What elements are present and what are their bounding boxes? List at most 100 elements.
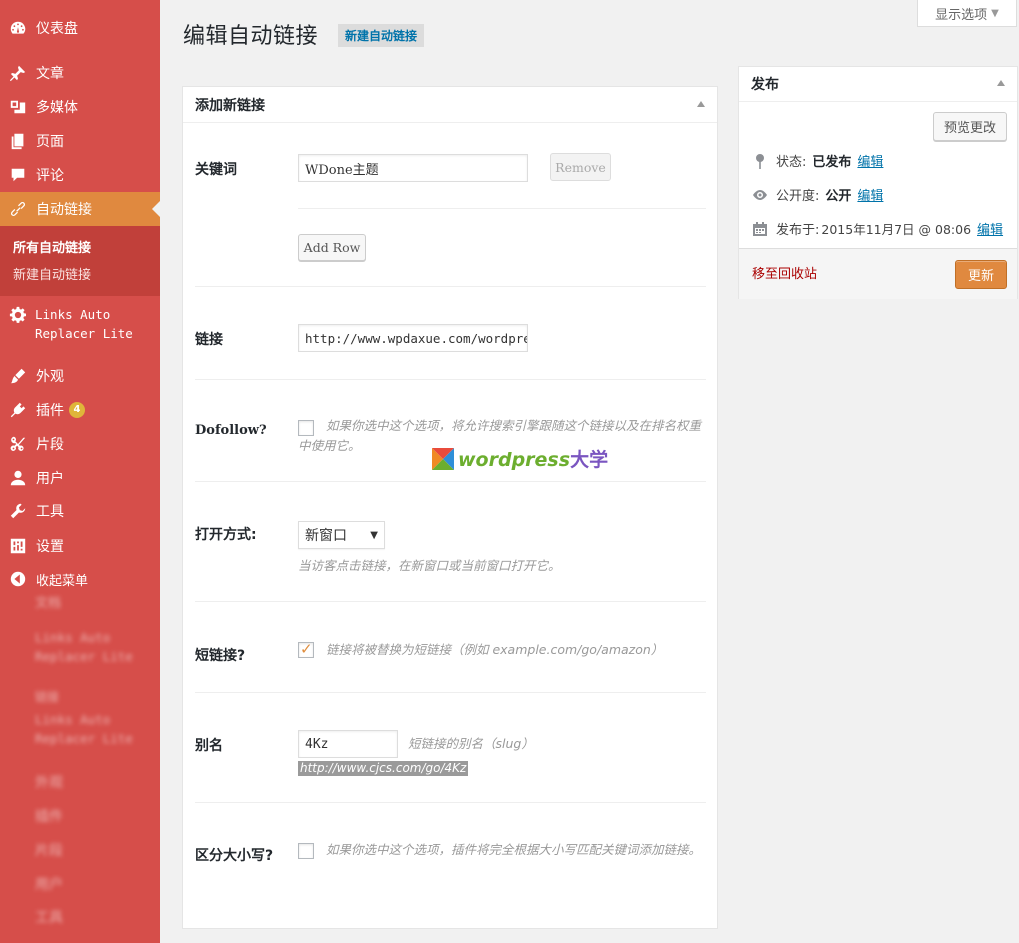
- admin-sidebar: 仪表盘 文章 多媒体 页面 评论 自动链接 所有自动链接 新建自动链接 Link…: [0, 0, 160, 943]
- alias-preview-url[interactable]: http://www.cjcs.com/go/4Kz: [298, 761, 469, 776]
- menu-label: Links Auto Replacer Lite: [35, 307, 133, 341]
- menu-plugins[interactable]: 插件 4: [0, 393, 160, 427]
- visibility-label: 公开度:: [776, 189, 820, 204]
- update-button[interactable]: 更新: [955, 260, 1007, 289]
- menu-label: 收起菜单: [36, 573, 89, 589]
- add-link-box: 添加新链接 关键词 WDone主题 Remove Add Row 链接 http…: [182, 86, 718, 929]
- divider: [195, 802, 706, 803]
- link-icon: [9, 200, 27, 218]
- ghost-menu-item: 工具: [35, 910, 63, 926]
- box-title: 添加新链接: [195, 97, 265, 114]
- menu-tools[interactable]: 工具: [0, 494, 160, 528]
- published-date-row: 发布于: 2015年11月7日 @ 08:06 编辑: [751, 219, 1003, 238]
- menu-settings[interactable]: 设置: [0, 529, 160, 563]
- menu-dashboard[interactable]: 仪表盘: [0, 11, 160, 45]
- plugin-icon: [9, 401, 27, 419]
- media-icon: [9, 98, 27, 116]
- menu-label: 用户: [36, 471, 64, 487]
- open-mode-select[interactable]: 新窗口 ▼: [298, 521, 385, 549]
- collapse-toggle-icon[interactable]: [697, 101, 705, 107]
- menu-comments[interactable]: 评论: [0, 158, 160, 192]
- menu-label: 设置: [36, 539, 64, 555]
- link-url-input[interactable]: http://www.wpdaxue.com/wordpres: [298, 324, 528, 352]
- edit-date-link[interactable]: 编辑: [977, 219, 1003, 238]
- publish-actions: 移至回收站 更新: [739, 248, 1017, 299]
- short-link-checkbox[interactable]: [298, 640, 314, 658]
- screen-options-button[interactable]: 显示选项 ▼: [917, 0, 1017, 27]
- gear-icon: [9, 306, 27, 328]
- menu-label: 自动链接: [36, 202, 92, 218]
- menu-pages[interactable]: 页面: [0, 124, 160, 158]
- edit-status-link[interactable]: 编辑: [857, 151, 883, 170]
- pin-icon: [9, 64, 27, 82]
- ghost-menu-item: Links Auto Replacer Lite: [35, 630, 133, 664]
- divider: [195, 601, 706, 602]
- menu-users[interactable]: 用户: [0, 461, 160, 495]
- add-new-link-button[interactable]: 新建自动链接: [338, 24, 425, 47]
- keyword-input[interactable]: WDone主题: [298, 154, 528, 182]
- menu-snippets[interactable]: 片段: [0, 427, 160, 461]
- caret-down-icon: ▼: [991, 7, 999, 19]
- menu-label: 多媒体: [36, 100, 78, 116]
- screen-options-label: 显示选项: [935, 7, 988, 23]
- page-title: 编辑自动链接: [183, 24, 319, 49]
- pin-icon: [751, 152, 769, 170]
- collapse-toggle-icon[interactable]: [997, 80, 1005, 86]
- settings-icon: [9, 537, 27, 555]
- menu-appearance[interactable]: 外观: [0, 359, 160, 393]
- open-mode-description: 当访客点击链接，在新窗口或当前窗口打开它。: [298, 558, 561, 573]
- submenu-all-links[interactable]: 所有自动链接: [13, 237, 91, 256]
- user-icon: [9, 469, 27, 487]
- divider: [195, 481, 706, 482]
- alias-input[interactable]: 4Kz: [298, 730, 398, 758]
- dofollow-label: Dofollow?: [195, 423, 267, 438]
- keyword-label: 关键词: [195, 162, 237, 178]
- alias-label: 别名: [195, 738, 223, 754]
- submenu-new-link[interactable]: 新建自动链接: [13, 264, 91, 283]
- comment-icon: [9, 166, 27, 184]
- preview-changes-button[interactable]: 预览更改: [933, 112, 1007, 141]
- menu-collapse[interactable]: 收起菜单: [0, 562, 160, 596]
- dashboard-icon: [9, 19, 27, 37]
- dropdown-arrow-icon: ▼: [370, 529, 378, 541]
- ghost-menu-item: 用户: [35, 877, 63, 893]
- page-icon: [9, 132, 27, 150]
- published-label: 发布于:: [776, 223, 820, 238]
- menu-media[interactable]: 多媒体: [0, 90, 160, 124]
- ghost-menu-item: 片段: [35, 843, 63, 859]
- case-sensitive-label: 区分大小写?: [195, 848, 274, 864]
- menu-links-auto-replacer[interactable]: Links Auto Replacer Lite: [0, 302, 160, 346]
- eye-icon: [751, 186, 769, 204]
- ghost-menu-item: 链接: [35, 690, 60, 704]
- divider: [195, 379, 706, 380]
- wrench-icon: [9, 502, 27, 520]
- menu-posts[interactable]: 文章: [0, 56, 160, 90]
- status-value: 已发布: [812, 155, 852, 170]
- watermark-logo-icon: [432, 447, 454, 470]
- watermark-text: wordpress大学: [458, 449, 609, 471]
- publish-box: 发布 预览更改 状态: 已发布 编辑 公开度: 公开 编辑 发布于: 2015年…: [738, 66, 1018, 299]
- collapse-icon: [9, 570, 27, 588]
- calendar-icon: [751, 220, 769, 238]
- publish-header[interactable]: 发布: [739, 67, 1017, 102]
- menu-label: 评论: [36, 168, 64, 184]
- ghost-menu-item: 外观: [35, 775, 63, 791]
- box-header[interactable]: 添加新链接: [183, 87, 717, 123]
- visibility-value: 公开: [825, 189, 852, 204]
- status-label: 状态:: [776, 155, 807, 170]
- move-to-trash-link[interactable]: 移至回收站: [752, 263, 817, 282]
- add-row-button[interactable]: Add Row: [298, 234, 366, 261]
- edit-visibility-link[interactable]: 编辑: [857, 185, 883, 204]
- menu-label: 插件: [36, 403, 64, 419]
- menu-label: 工具: [36, 504, 64, 520]
- menu-auto-links[interactable]: 自动链接: [0, 192, 160, 226]
- status-row: 状态: 已发布 编辑: [751, 151, 883, 170]
- remove-button[interactable]: Remove: [550, 153, 611, 181]
- open-mode-value: 新窗口: [305, 528, 347, 544]
- menu-label: 仪表盘: [36, 21, 78, 37]
- ghost-menu-item: Links Auto Replacer Lite: [35, 712, 133, 746]
- link-label: 链接: [195, 332, 223, 348]
- menu-label: 外观: [36, 369, 64, 385]
- alias-description: 短链接的别名（slug）: [408, 736, 534, 751]
- wordpress-daxue-watermark: wordpress大学: [432, 445, 608, 472]
